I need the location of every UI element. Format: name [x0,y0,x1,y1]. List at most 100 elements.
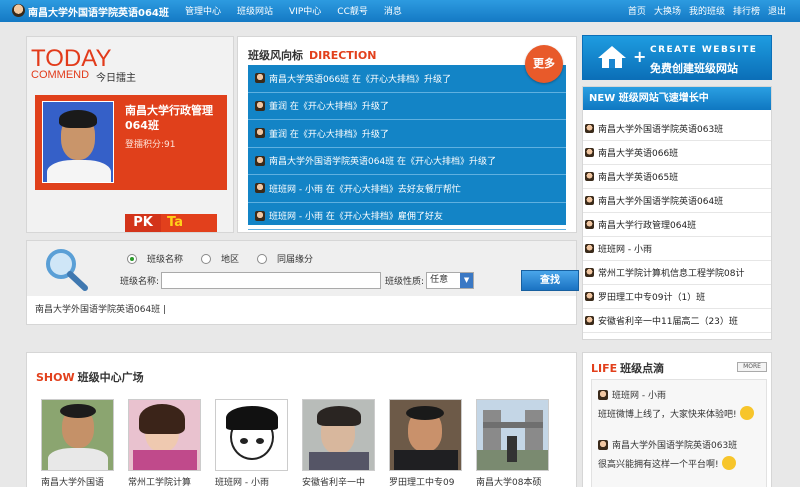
site-title[interactable]: 南昌大学外国语学院英语064班 [28,4,169,19]
new-classes-list: 南昌大学外国语学院英语063班 南昌大学英语066班 南昌大学英语065班 南昌… [583,117,771,333]
class-type-select[interactable]: 任意 ▼ [426,272,475,289]
list-item[interactable]: 班班网 - 小雨 [583,237,771,261]
class-name-input[interactable] [161,272,382,289]
link-ranking[interactable]: 排行榜 [733,4,760,17]
gallery-label[interactable]: 班班网 - 小雨 [215,475,295,487]
class-thumbnail[interactable] [389,399,462,471]
more-button[interactable]: 更多 [525,45,563,83]
avatar-icon [585,148,594,157]
avatar-icon [585,172,594,181]
search-row: 班级名称: 班级性质: 任意 ▼ [120,272,475,289]
nav-cc-number[interactable]: CC靓号 [337,4,368,17]
direction-item-text: 南昌大学英语066班 在《开心大排档》升级了 [269,74,452,85]
list-item[interactable]: 安徽省利辛一中11届高二（23）班 [583,309,771,333]
radio-label: 班级名称 [147,255,184,265]
champion-photo[interactable] [42,101,114,183]
champion-name[interactable]: 南昌大学行政管理064班 [125,103,221,133]
create-website-banner[interactable]: + CREATE WEBSITE 免费创建班级网站 [582,35,772,80]
feed-author[interactable]: 南昌大学外国语学院英语063班 [612,438,737,451]
class-thumbnail[interactable] [302,399,375,471]
link-my-class[interactable]: 我的班级 [689,4,725,17]
class-name: 常州工学院计算机信息工程学院08计 [598,269,745,279]
gallery-item[interactable]: 班班网 - 小雨 [215,399,302,487]
top-nav: 管理中心 班级网站 VIP中心 CC靓号 消息 [185,4,418,17]
champion-score: 登擂积分:91 [125,140,176,150]
new-classes-panel: NEW 班级网站飞速增长中 南昌大学外国语学院英语063班 南昌大学英语066班… [582,86,772,340]
direction-title-en: DIRECTION [309,49,377,62]
class-thumbnail[interactable] [215,399,288,471]
feed-item[interactable]: 南昌大学外国语学院英语063班 很高兴能拥有这样一个平台啊! [598,438,737,470]
list-item[interactable]: 南昌大学英语065班 [583,165,771,189]
class-gallery: 南昌大学外国语 常州工学院计算 班班网 - 小雨 安徽省利辛一中 罗田理工中专0… [41,399,563,487]
avatar-icon [598,439,608,450]
nav-vip-center[interactable]: VIP中心 [289,4,321,17]
search-result-text[interactable]: 南昌大学外国语学院英语064班 | [35,302,166,315]
radio-dot-icon [257,253,268,264]
avatar-icon [598,389,608,400]
show-title-en: SHOW [36,371,75,384]
gallery-label[interactable]: 南昌大学外国语 [41,475,121,487]
class-name-label: 班级名称: [120,277,160,287]
gallery-label[interactable]: 南昌大学08本硕 [476,475,556,487]
gallery-item[interactable]: 罗田理工中专09 [389,399,476,487]
radio-class-name[interactable]: 班级名称 [127,252,183,265]
link-switch[interactable]: 大换场 [654,4,681,17]
direction-title-cn: 班级风向标 [248,49,303,62]
link-logout[interactable]: 退出 [768,4,786,17]
list-item[interactable]: 董润 在《开心大排档》升级了 [248,93,566,120]
class-type-label: 班级性质: [385,277,425,287]
nav-messages[interactable]: 消息 [384,4,402,17]
search-button[interactable]: 查找 [521,270,579,291]
avatar-icon [585,124,594,133]
gallery-item[interactable]: 南昌大学08本硕 [476,399,563,487]
nav-class-website[interactable]: 班级网站 [237,4,273,17]
champion-card[interactable]: 南昌大学行政管理064班 登擂积分:91 [35,95,227,190]
class-thumbnail[interactable] [41,399,114,471]
life-title-cn: 班级点滴 [620,362,665,375]
today-commend-panel: TODAY COMMEND 今日擂主 南昌大学行政管理064班 登擂积分:91 … [26,36,234,233]
list-item[interactable]: 南昌大学外国语学院英语063班 [583,117,771,141]
link-home[interactable]: 首页 [628,4,646,17]
list-item[interactable]: 罗田理工中专09计（1）班 [583,285,771,309]
class-type-value: 任意 [430,275,449,285]
smiley-icon [721,456,736,470]
radio-same-year[interactable]: 同届缘分 [257,252,313,265]
pk-button[interactable]: PK [125,214,161,232]
list-item[interactable]: 南昌大学外国语学院英语064班 在《开心大排档》升级了 [248,148,566,175]
list-item[interactable]: 班班网 - 小雨 在《开心大排档》雇佣了好友 [248,203,566,230]
avatar-icon [255,183,265,194]
list-item[interactable]: 南昌大学英语066班 [583,141,771,165]
class-thumbnail[interactable] [128,399,201,471]
class-name: 罗田理工中专09计（1）班 [598,293,706,303]
gallery-label[interactable]: 安徽省利辛一中 [302,475,382,487]
create-website-cn: 免费创建班级网站 [650,62,738,75]
class-name: 安徽省利辛一中11届高二（23）班 [598,317,738,327]
direction-panel: 班级风向标 DIRECTION 南昌大学英语066班 在《开心大排档》升级了 董润… [237,36,577,233]
feed-item[interactable]: 班班网 - 小雨 班班微博上线了，大家快来体验吧! [598,388,754,420]
class-name: 南昌大学外国语学院英语063班 [598,125,724,135]
list-item[interactable]: 董润 在《开心大排档》升级了 [248,120,566,148]
class-name: 南昌大学外国语学院英语064班 [598,197,724,207]
list-item[interactable]: 南昌大学外国语学院英语064班 [583,189,771,213]
gallery-label[interactable]: 常州工学院计算 [128,475,208,487]
radio-region[interactable]: 地区 [201,252,239,265]
direction-item-text: 南昌大学外国语学院英语064班 在《开心大排档》升级了 [269,157,497,168]
direction-item-text: 班班网 - 小雨 在《开心大排档》去好友餐厅帮忙 [269,184,461,195]
list-item[interactable]: 南昌大学英语066班 在《开心大排档》升级了 [248,65,566,93]
gallery-item[interactable]: 常州工学院计算 [128,399,215,487]
ta-button[interactable]: Ta [161,214,217,232]
nav-manage-center[interactable]: 管理中心 [185,4,221,17]
class-thumbnail[interactable] [476,399,549,471]
list-item[interactable]: 班班网 - 小雨 在《开心大排档》去好友餐厅帮忙 [248,175,566,203]
gallery-item[interactable]: 南昌大学外国语 [41,399,128,487]
smiley-icon [739,406,754,420]
gallery-item[interactable]: 安徽省利辛一中 [302,399,389,487]
search-mode-radios: 班级名称 地区 同届缘分 [127,252,331,265]
direction-item-text: 董润 在《开心大排档》升级了 [269,129,389,140]
feed-author[interactable]: 班班网 - 小雨 [612,388,666,401]
list-item[interactable]: 南昌大学行政管理064班 [583,213,771,237]
direction-item-text: 班班网 - 小雨 在《开心大排档》雇佣了好友 [269,212,443,223]
gallery-label[interactable]: 罗田理工中专09 [389,475,469,487]
list-item[interactable]: 常州工学院计算机信息工程学院08计 [583,261,771,285]
more-button[interactable]: MORE [737,362,767,372]
